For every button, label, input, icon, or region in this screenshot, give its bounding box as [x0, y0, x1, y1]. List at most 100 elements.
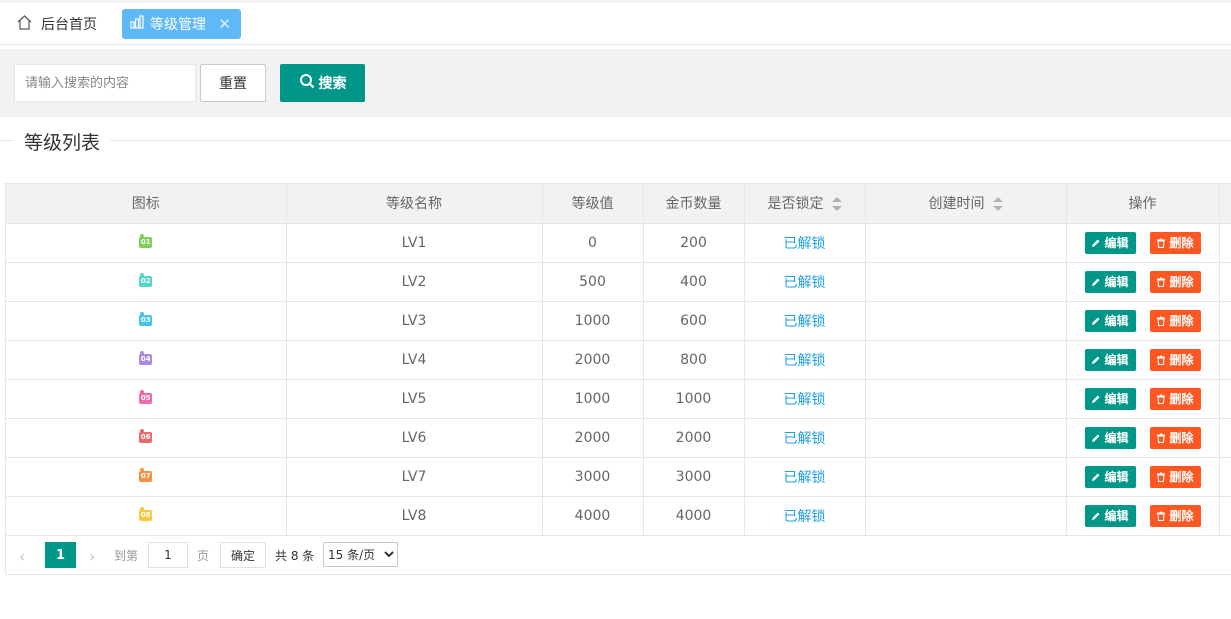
cell-gutter — [1219, 223, 1231, 263]
pencil-icon — [1092, 356, 1100, 364]
sort-icon[interactable] — [831, 197, 842, 212]
edit-button[interactable]: 编辑 — [1084, 426, 1136, 449]
cell-created-time — [865, 223, 1067, 263]
table-row: 08 LV8 4000 4000 已解锁 编辑 删除 — [6, 496, 1231, 536]
current-page[interactable]: 1 — [45, 542, 76, 568]
pencil-icon — [1092, 239, 1100, 247]
table-row: 02 LV2 500 400 已解锁 编辑 删除 — [6, 262, 1231, 302]
pencil-icon — [1092, 317, 1100, 325]
cell-locked-status[interactable]: 已解锁 — [744, 301, 866, 341]
level-chart-icon — [130, 15, 144, 33]
cell-coins: 800 — [643, 340, 745, 380]
edit-button[interactable]: 编辑 — [1084, 348, 1136, 371]
edit-button[interactable]: 编辑 — [1084, 231, 1136, 254]
level-badge-icon: 01 — [139, 234, 153, 248]
cell-locked-status[interactable]: 已解锁 — [744, 340, 866, 380]
search-bar: 重置 搜索 — [0, 49, 1231, 117]
delete-button[interactable]: 删除 — [1149, 231, 1201, 254]
level-table: 图标 等级名称 等级值 金币数量 是否锁定 创建时间 操作 01 LV1 0 2… — [5, 183, 1231, 575]
cell-locked-status[interactable]: 已解锁 — [744, 223, 866, 263]
search-button[interactable]: 搜索 — [280, 64, 365, 102]
cell-gutter — [1219, 418, 1231, 458]
edit-button-label: 编辑 — [1104, 509, 1129, 523]
cell-gutter — [1219, 340, 1231, 380]
cell-locked-status[interactable]: 已解锁 — [744, 496, 866, 536]
edit-button[interactable]: 编辑 — [1084, 270, 1136, 293]
reset-button[interactable]: 重置 — [200, 64, 266, 102]
goto-label: 到第 — [114, 549, 139, 563]
header-created-time[interactable]: 创建时间 — [865, 184, 1067, 224]
header-level-value: 等级值 — [542, 184, 644, 224]
cell-locked-status[interactable]: 已解锁 — [744, 379, 866, 419]
delete-button[interactable]: 删除 — [1149, 465, 1201, 488]
page-size-select[interactable]: 10 条/页15 条/页20 条/页 — [323, 542, 398, 567]
edit-button[interactable]: 编辑 — [1084, 309, 1136, 332]
trash-icon — [1157, 316, 1166, 326]
table-row: 04 LV4 2000 800 已解锁 编辑 删除 — [6, 340, 1231, 380]
pencil-icon — [1092, 434, 1100, 442]
delete-button[interactable]: 删除 — [1149, 426, 1201, 449]
cell-created-time — [865, 379, 1067, 419]
delete-button-label: 删除 — [1169, 314, 1194, 328]
cell-level-value: 2000 — [542, 418, 644, 458]
edit-button[interactable]: 编辑 — [1084, 465, 1136, 488]
tab-bar: 后台首页 等级管理 ✕ — [0, 0, 1231, 45]
cell-level-value: 3000 — [542, 457, 644, 497]
search-button-label: 搜索 — [318, 76, 347, 92]
cell-level-name: LV2 — [286, 262, 543, 302]
level-badge-icon: 05 — [139, 390, 153, 404]
delete-button[interactable]: 删除 — [1149, 348, 1201, 371]
delete-button-label: 删除 — [1169, 275, 1194, 289]
trash-icon — [1157, 433, 1166, 443]
delete-button[interactable]: 删除 — [1149, 504, 1201, 527]
trash-icon — [1157, 511, 1166, 521]
cell-actions: 编辑 删除 — [1066, 340, 1220, 380]
cell-level-name: LV3 — [286, 301, 543, 341]
table-row: 06 LV6 2000 2000 已解锁 编辑 删除 — [6, 418, 1231, 458]
cell-locked-status[interactable]: 已解锁 — [744, 457, 866, 497]
trash-icon — [1157, 394, 1166, 404]
delete-button-label: 删除 — [1169, 392, 1194, 406]
cell-actions: 编辑 删除 — [1066, 262, 1220, 302]
goto-confirm-button[interactable]: 确定 — [220, 542, 266, 568]
cell-icon: 07 — [6, 457, 287, 497]
cell-icon: 05 — [6, 379, 287, 419]
pencil-icon — [1092, 512, 1100, 520]
prev-page-icon[interactable]: ‹ — [19, 547, 25, 566]
section-divider — [0, 140, 1231, 141]
edit-button-label: 编辑 — [1104, 236, 1129, 250]
cell-level-name: LV6 — [286, 418, 543, 458]
cell-gutter — [1219, 301, 1231, 341]
header-locked-label: 是否锁定 — [767, 196, 824, 213]
header-coins: 金币数量 — [643, 184, 745, 224]
delete-button[interactable]: 删除 — [1149, 309, 1201, 332]
trash-icon — [1157, 355, 1166, 365]
cell-actions: 编辑 删除 — [1066, 301, 1220, 341]
cell-created-time — [865, 418, 1067, 458]
header-scroll-gutter — [1219, 184, 1231, 224]
level-badge-icon: 08 — [139, 507, 153, 521]
cell-actions: 编辑 删除 — [1066, 379, 1220, 419]
next-page-icon[interactable]: › — [89, 547, 95, 566]
cell-level-value: 4000 — [542, 496, 644, 536]
search-icon — [299, 73, 315, 93]
header-locked[interactable]: 是否锁定 — [744, 184, 866, 224]
edit-button[interactable]: 编辑 — [1084, 387, 1136, 410]
cell-coins: 200 — [643, 223, 745, 263]
goto-page-input[interactable] — [148, 542, 188, 568]
delete-button-label: 删除 — [1169, 431, 1194, 445]
cell-coins: 2000 — [643, 418, 745, 458]
close-icon[interactable]: ✕ — [218, 15, 231, 33]
edit-button[interactable]: 编辑 — [1084, 504, 1136, 527]
delete-button[interactable]: 删除 — [1149, 270, 1201, 293]
delete-button[interactable]: 删除 — [1149, 387, 1201, 410]
cell-created-time — [865, 457, 1067, 497]
search-input[interactable] — [14, 64, 196, 102]
cell-locked-status[interactable]: 已解锁 — [744, 418, 866, 458]
tab-home[interactable]: 后台首页 — [16, 13, 97, 35]
tab-level-management[interactable]: 等级管理 ✕ — [122, 9, 241, 39]
sort-icon[interactable] — [992, 197, 1003, 212]
cell-icon: 03 — [6, 301, 287, 341]
level-badge-icon: 04 — [139, 351, 153, 365]
cell-locked-status[interactable]: 已解锁 — [744, 262, 866, 302]
